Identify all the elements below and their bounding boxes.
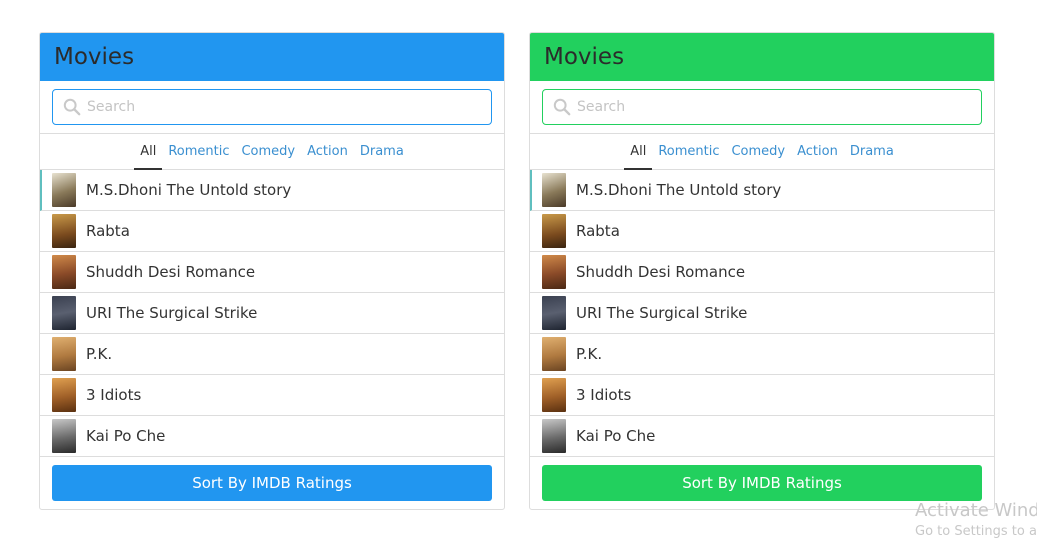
watermark-subtitle: Go to Settings to a bbox=[915, 524, 1037, 539]
genre-tabs: All Romentic Comedy Action Drama bbox=[530, 134, 994, 170]
movie-poster bbox=[52, 255, 76, 289]
movie-title: URI The Surgical Strike bbox=[86, 304, 258, 322]
movie-poster bbox=[542, 173, 566, 207]
movie-title: M.S.Dhoni The Untold story bbox=[86, 181, 292, 199]
panel-header: Movies bbox=[530, 33, 994, 81]
tab-action[interactable]: Action bbox=[301, 134, 354, 170]
movie-title: Kai Po Che bbox=[576, 427, 656, 445]
list-item[interactable]: Shuddh Desi Romance bbox=[530, 252, 994, 293]
search-input[interactable] bbox=[577, 90, 973, 124]
movies-panel-blue: Movies All Romentic Comedy Action Drama … bbox=[39, 32, 505, 510]
tab-comedy[interactable]: Comedy bbox=[235, 134, 301, 170]
movies-panel-green: Movies All Romentic Comedy Action Drama … bbox=[529, 32, 995, 510]
search-box bbox=[542, 89, 982, 125]
tab-drama[interactable]: Drama bbox=[354, 134, 410, 170]
tab-comedy[interactable]: Comedy bbox=[725, 134, 791, 170]
movie-title: 3 Idiots bbox=[86, 386, 142, 404]
movie-title: 3 Idiots bbox=[576, 386, 632, 404]
list-item[interactable]: URI The Surgical Strike bbox=[530, 293, 994, 334]
search-section bbox=[40, 81, 504, 134]
sort-by-imdb-button[interactable]: Sort By IMDB Ratings bbox=[52, 465, 492, 501]
panel-title: Movies bbox=[544, 44, 625, 70]
movie-title: P.K. bbox=[86, 345, 113, 363]
list-item[interactable]: Kai Po Che bbox=[40, 416, 504, 457]
panel-title: Movies bbox=[54, 44, 135, 70]
movie-poster bbox=[542, 419, 566, 453]
movie-poster bbox=[52, 173, 76, 207]
tab-romentic[interactable]: Romentic bbox=[652, 134, 725, 170]
movie-poster bbox=[52, 419, 76, 453]
tab-romentic[interactable]: Romentic bbox=[162, 134, 235, 170]
movie-poster bbox=[542, 255, 566, 289]
list-item[interactable]: Rabta bbox=[530, 211, 994, 252]
search-box bbox=[52, 89, 492, 125]
genre-tabs: All Romentic Comedy Action Drama bbox=[40, 134, 504, 170]
list-item[interactable]: Kai Po Che bbox=[530, 416, 994, 457]
search-section bbox=[530, 81, 994, 134]
sort-by-imdb-button[interactable]: Sort By IMDB Ratings bbox=[542, 465, 982, 501]
movie-title: URI The Surgical Strike bbox=[576, 304, 748, 322]
movie-poster bbox=[52, 296, 76, 330]
movie-list: M.S.Dhoni The Untold story Rabta Shuddh … bbox=[40, 170, 504, 457]
movie-title: Shuddh Desi Romance bbox=[86, 263, 256, 281]
movie-title: P.K. bbox=[576, 345, 603, 363]
movie-poster bbox=[52, 337, 76, 371]
search-icon bbox=[553, 98, 571, 116]
list-item[interactable]: 3 Idiots bbox=[530, 375, 994, 416]
page: Movies All Romentic Comedy Action Drama … bbox=[0, 0, 1037, 543]
movie-title: M.S.Dhoni The Untold story bbox=[576, 181, 782, 199]
movie-poster bbox=[52, 214, 76, 248]
panel-header: Movies bbox=[40, 33, 504, 81]
movie-list: M.S.Dhoni The Untold story Rabta Shuddh … bbox=[530, 170, 994, 457]
movie-poster bbox=[542, 378, 566, 412]
tab-action[interactable]: Action bbox=[791, 134, 844, 170]
list-item[interactable]: 3 Idiots bbox=[40, 375, 504, 416]
list-item[interactable]: P.K. bbox=[40, 334, 504, 375]
list-item[interactable]: M.S.Dhoni The Untold story bbox=[530, 170, 994, 211]
list-item[interactable]: P.K. bbox=[530, 334, 994, 375]
watermark-title: Activate Wind bbox=[915, 500, 1037, 521]
movie-title: Rabta bbox=[576, 222, 620, 240]
movie-title: Shuddh Desi Romance bbox=[576, 263, 746, 281]
search-icon bbox=[63, 98, 81, 116]
movie-poster bbox=[542, 296, 566, 330]
windows-activation-watermark: Activate Wind Go to Settings to a bbox=[915, 500, 1037, 542]
movie-title: Kai Po Che bbox=[86, 427, 166, 445]
tab-drama[interactable]: Drama bbox=[844, 134, 900, 170]
movie-poster bbox=[52, 378, 76, 412]
tab-all[interactable]: All bbox=[624, 134, 653, 170]
movie-title: Rabta bbox=[86, 222, 130, 240]
list-item[interactable]: Shuddh Desi Romance bbox=[40, 252, 504, 293]
list-item[interactable]: Rabta bbox=[40, 211, 504, 252]
movie-poster bbox=[542, 337, 566, 371]
list-item[interactable]: M.S.Dhoni The Untold story bbox=[40, 170, 504, 211]
tab-all[interactable]: All bbox=[134, 134, 163, 170]
list-item[interactable]: URI The Surgical Strike bbox=[40, 293, 504, 334]
movie-poster bbox=[542, 214, 566, 248]
panel-footer: Sort By IMDB Ratings bbox=[40, 457, 504, 509]
search-input[interactable] bbox=[87, 90, 483, 124]
